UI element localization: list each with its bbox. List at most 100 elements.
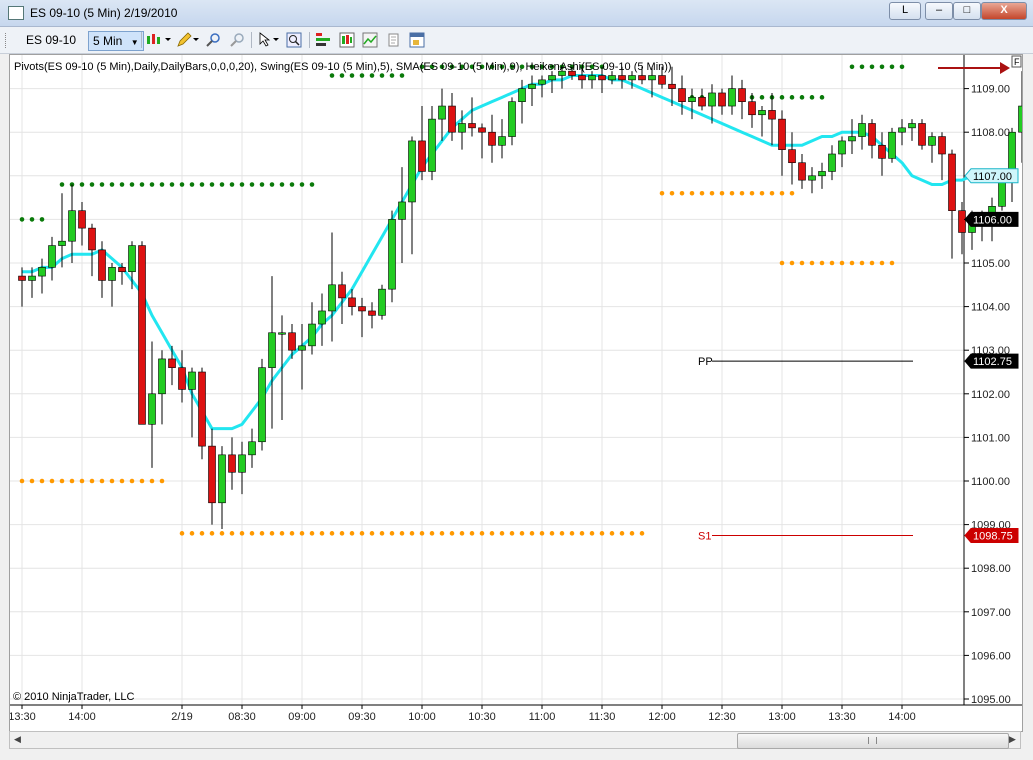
candle-body-down — [138, 245, 146, 425]
swing-low-dot — [69, 478, 75, 484]
swing-low-dot — [49, 478, 55, 484]
candle — [148, 341, 156, 468]
toolbar-separator — [251, 32, 252, 48]
price-chart[interactable]: PPS1 1095.001096.001097.001098.001099.00… — [8, 55, 1033, 731]
candle-body-up — [438, 105, 446, 120]
scroll-right-icon[interactable]: ▶ — [1009, 734, 1016, 745]
minimize-button[interactable]: – — [925, 2, 953, 20]
candle-body-up — [38, 267, 46, 277]
time-tick-label: 10:30 — [468, 711, 496, 723]
close-button[interactable]: X — [981, 2, 1027, 20]
candle-body-down — [78, 210, 86, 229]
candle-body-down — [618, 75, 626, 81]
candle-body-up — [648, 75, 656, 81]
link-button[interactable]: L — [889, 2, 921, 20]
indicators-icon[interactable] — [315, 32, 331, 48]
candle — [228, 437, 236, 490]
scrollbar-thumb[interactable] — [737, 733, 1009, 749]
candle-body-up — [68, 210, 76, 242]
price-tick-label: 1102.00 — [971, 389, 1010, 401]
candle-body-up — [928, 136, 936, 146]
swing-low-dot — [319, 531, 325, 536]
swing-low-dot — [219, 531, 225, 536]
candle-body-up — [398, 201, 406, 220]
pencil-icon[interactable] — [176, 32, 200, 48]
swing-high-dot — [269, 182, 275, 187]
strategies-icon[interactable] — [339, 32, 355, 48]
swing-high-dot — [879, 64, 885, 70]
candle — [698, 88, 706, 111]
candle-body-down — [868, 123, 876, 146]
swing-low-dot — [779, 190, 785, 196]
candle-body-down — [638, 75, 646, 81]
candle — [468, 97, 476, 137]
candle-body-up — [758, 110, 766, 116]
price-tick-label: 1100.00 — [971, 476, 1010, 488]
swing-high-dot — [789, 95, 795, 100]
candle-body-up — [728, 88, 736, 107]
candle-body-up — [528, 83, 536, 89]
candle-body-up — [328, 284, 336, 312]
candle-body-up — [508, 101, 516, 137]
candle — [868, 119, 876, 159]
swing-low-dot — [129, 478, 135, 484]
swing-high-dot — [399, 73, 405, 78]
candle-body-down — [288, 332, 296, 351]
swing-high-dot — [259, 182, 265, 187]
instrument-selector[interactable]: ES 09-10 ▼ — [26, 31, 88, 64]
candle — [398, 167, 406, 263]
candle — [1018, 71, 1026, 163]
swing-low-dot — [739, 190, 745, 196]
swing-low-dot — [369, 531, 375, 536]
candle — [108, 263, 116, 307]
swing-high-dot — [379, 73, 385, 78]
chart-style-icon[interactable] — [146, 32, 172, 48]
swing-low-dot — [519, 531, 525, 536]
swing-high-dot — [759, 95, 765, 100]
candle — [408, 136, 416, 255]
candle — [948, 149, 956, 259]
scrollbar-grip-icon — [868, 737, 877, 744]
swing-high-dot — [159, 182, 165, 187]
swing-low-dot — [599, 531, 605, 536]
swing-low-dot — [199, 531, 205, 536]
interval-selector[interactable]: 5 Min ▼ — [88, 31, 144, 51]
toolbar-separator — [309, 32, 310, 48]
candle — [788, 132, 796, 185]
swing-low-dot — [529, 531, 535, 536]
swing-low-dot — [329, 531, 335, 536]
data-box-icon[interactable] — [286, 32, 302, 48]
copyright-label: © 2010 NinjaTrader, LLC — [13, 691, 134, 703]
candle-body-up — [828, 153, 836, 172]
swing-low-dot — [659, 190, 665, 196]
copy-icon[interactable] — [386, 32, 402, 48]
swing-low-dot — [19, 478, 25, 484]
candle-body-down — [918, 123, 926, 146]
horizontal-scrollbar[interactable]: ◀ ▶ — [9, 731, 1021, 749]
scroll-left-icon[interactable]: ◀ — [14, 734, 21, 745]
swing-low-dot — [579, 531, 585, 536]
candle — [248, 428, 256, 468]
candle-body-down — [798, 162, 806, 181]
swing-low-dot — [209, 531, 215, 536]
chart-panel[interactable]: PP S1 1095.00 1096.00 1097.00 1098.00 1099.00… — [8, 54, 1033, 732]
zoom-out-icon[interactable] — [229, 32, 245, 48]
candle-body-up — [808, 175, 816, 181]
swing-low-dot — [559, 531, 565, 536]
swing-high-dot — [819, 95, 825, 100]
window-layout-icon[interactable] — [409, 32, 425, 48]
cursor-icon[interactable] — [257, 32, 281, 48]
candle — [48, 236, 56, 281]
candle — [738, 79, 746, 120]
swing-low-dot — [409, 531, 415, 536]
swing-low-dot — [359, 531, 365, 536]
swing-low-dot — [419, 531, 425, 536]
candle — [238, 441, 246, 495]
zoom-in-icon[interactable] — [205, 32, 221, 48]
maximize-button[interactable]: □ — [953, 2, 981, 20]
swing-low-dot — [59, 478, 65, 484]
chart-properties-icon[interactable] — [362, 32, 378, 48]
candle-body-up — [298, 345, 306, 351]
swing-low-dot — [339, 531, 345, 536]
swing-high-dot — [59, 182, 65, 187]
